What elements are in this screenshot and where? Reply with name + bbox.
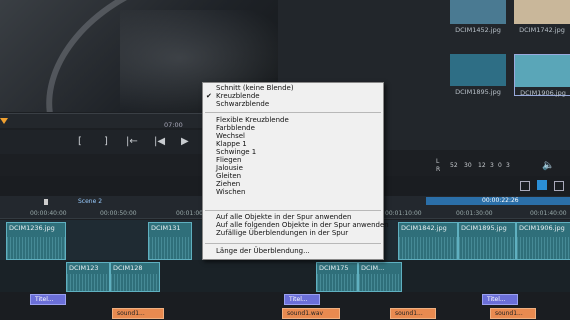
transition-context-menu: Schnitt (keine Blende) ✔ Kreuzblende Sch… xyxy=(202,82,389,260)
meter-scale: 30 xyxy=(464,162,472,169)
menu-item[interactable]: Fliegen xyxy=(216,156,241,164)
timeline-view-icon[interactable] xyxy=(537,180,547,190)
media-item[interactable]: DCIM1742.jpg xyxy=(514,0,570,34)
media-item-label: DCIM1742.jpg xyxy=(519,26,565,34)
menu-item[interactable]: Jalousie xyxy=(216,164,243,172)
menu-separator xyxy=(205,112,381,113)
ruler-tick: 00:01:40:00 xyxy=(530,210,567,217)
media-thumbnail xyxy=(514,0,570,24)
menu-item[interactable]: Auf alle Objekte in der Spur anwenden xyxy=(216,213,351,221)
menu-separator xyxy=(205,210,381,211)
menu-item[interactable]: Farbblende xyxy=(216,124,255,132)
previous-frame-button[interactable]: |◀ xyxy=(154,136,165,147)
playhead-icon[interactable] xyxy=(0,118,8,124)
menu-item[interactable]: Schwinge 1 xyxy=(216,148,256,156)
media-item[interactable]: DCIM1906.jpg xyxy=(514,54,570,97)
menu-item[interactable]: Wechsel xyxy=(216,132,245,140)
audio-clip[interactable]: sound1... xyxy=(490,308,536,319)
clip-label: DCIM1236.jpg xyxy=(9,224,55,232)
scene-marker[interactable]: Scene 2 xyxy=(78,198,102,205)
clip-label: DCIM123 xyxy=(69,264,99,272)
clip-label: DCIM... xyxy=(361,264,385,272)
meter-scale: 3 xyxy=(506,162,510,169)
checkmark-icon: ✔ xyxy=(206,92,212,100)
ruler-tick: 00:01:10:00 xyxy=(385,210,422,217)
menu-item[interactable]: Flexible Kreuzblende xyxy=(216,116,289,124)
ruler-tick: 00:01:30:00 xyxy=(456,210,493,217)
menu-item[interactable]: Länge der Überblendung... xyxy=(216,247,310,255)
menu-item[interactable]: Kreuzblende xyxy=(216,92,260,100)
media-item-label: DCIM1895.jpg xyxy=(455,88,501,96)
menu-item[interactable]: Zufällige Überblendungen in der Spur xyxy=(216,229,348,237)
overlay-clip[interactable]: DCIM175 xyxy=(316,262,358,292)
clip-label: DCIM1906.jpg xyxy=(519,224,565,232)
overlay-clip[interactable]: DCIM123 xyxy=(66,262,110,292)
overlay-clip[interactable]: DCIM... xyxy=(358,262,402,292)
clip-label: DCIM1842.jpg xyxy=(401,224,447,232)
meter-left-label: L xyxy=(436,158,440,165)
menu-item[interactable]: Schwarzblende xyxy=(216,100,269,108)
ruler-tick: 00:00:50:00 xyxy=(100,210,137,217)
meter-scale: 0 xyxy=(498,162,502,169)
menu-item[interactable]: Schnitt (keine Blende) xyxy=(216,84,294,92)
menu-item[interactable]: Klappe 1 xyxy=(216,140,247,148)
menu-item[interactable]: Ziehen xyxy=(216,180,240,188)
title-clip[interactable]: Titel... xyxy=(284,294,320,305)
menu-item[interactable]: Gleiten xyxy=(216,172,241,180)
end-timecode: 00:00:22:26 xyxy=(482,197,519,204)
clip-label: DCIM175 xyxy=(319,264,349,272)
title-clip[interactable]: Titel... xyxy=(482,294,518,305)
video-clip[interactable]: DCIM1842.jpg xyxy=(398,222,458,260)
overlay-clip[interactable]: DCIM128 xyxy=(110,262,160,292)
meter-right-label: R xyxy=(436,166,441,173)
clip-label: DCIM131 xyxy=(151,224,181,232)
speaker-icon[interactable]: 🔈 xyxy=(542,160,554,171)
grid-view-icon[interactable] xyxy=(520,181,530,191)
preview-timecode: 07:00 xyxy=(164,121,183,129)
mark-in-button[interactable]: [ xyxy=(78,136,82,147)
ruler-tick: 00:00:40:00 xyxy=(30,210,67,217)
meter-scale: 3 xyxy=(490,162,494,169)
media-thumbnail xyxy=(450,54,506,86)
ruler-tick: 00:01:00 xyxy=(176,210,203,217)
title-clip[interactable]: Titel... xyxy=(30,294,66,305)
video-clip[interactable]: DCIM1895.jpg xyxy=(458,222,516,260)
video-clip[interactable]: DCIM131 xyxy=(148,222,192,260)
storyboard-view-icon[interactable] xyxy=(554,181,564,191)
media-thumbnail xyxy=(450,0,506,24)
clip-label: DCIM1895.jpg xyxy=(461,224,507,232)
audio-clip[interactable]: sound1... xyxy=(112,308,164,319)
audio-clip[interactable]: sound1.wav xyxy=(282,308,340,319)
media-item[interactable]: DCIM1452.jpg xyxy=(450,0,506,34)
video-clip[interactable]: DCIM1236.jpg xyxy=(6,222,66,260)
media-item-label: DCIM1452.jpg xyxy=(455,26,501,34)
go-to-start-button[interactable]: |← xyxy=(126,136,138,147)
video-clip[interactable]: DCIM1906.jpg xyxy=(516,222,570,260)
menu-item[interactable]: Auf alle folgenden Objekte in der Spur a… xyxy=(216,221,389,229)
clip-label: DCIM128 xyxy=(113,264,143,272)
scene-flag-icon xyxy=(44,199,48,205)
mark-out-button[interactable]: ] xyxy=(104,136,108,147)
menu-item[interactable]: Wischen xyxy=(216,188,245,196)
menu-separator xyxy=(205,243,381,244)
audio-clip[interactable]: sound1... xyxy=(390,308,436,319)
media-item-label: DCIM1906.jpg xyxy=(520,89,566,97)
media-thumbnail xyxy=(515,55,570,87)
audio-meter: L R 52 30 12 3 0 3 xyxy=(436,158,536,174)
meter-scale: 12 xyxy=(478,162,486,169)
play-button[interactable]: ▶ xyxy=(181,136,189,147)
media-item[interactable]: DCIM1895.jpg xyxy=(450,54,506,96)
meter-scale: 52 xyxy=(450,162,458,169)
